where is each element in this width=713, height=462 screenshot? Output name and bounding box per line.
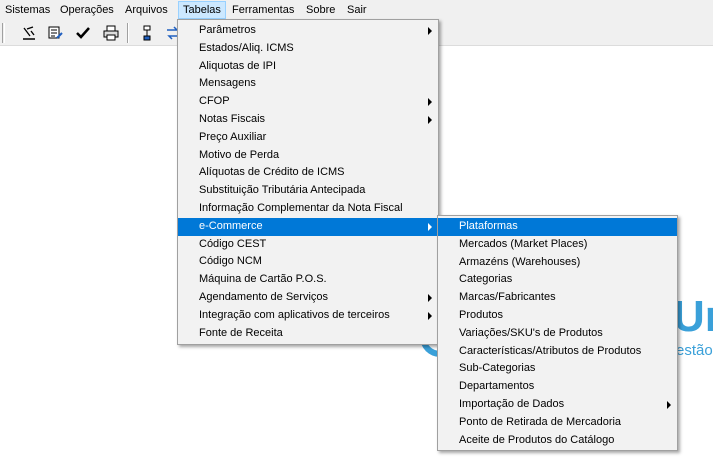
menu-item-label: Motivo de Perda (199, 148, 280, 161)
menu-item-label: Marcas/Fabricantes (459, 291, 556, 304)
ecommerce-item-aceite-de-produtos-do-catalogo[interactable]: Aceite de Produtos do Catálogo (438, 432, 677, 450)
ecommerce-item-departamentos[interactable]: Departamentos (438, 378, 677, 396)
menu-sair[interactable]: Sair (343, 1, 371, 19)
submenu-arrow-icon (667, 400, 671, 409)
edit-form-icon[interactable] (44, 22, 66, 44)
menu-item-label: Informação Complementar da Nota Fiscal (199, 201, 403, 214)
tabelas-dropdown: Parâmetros Estados/Aliq. ICMS Aliquotas de… (177, 19, 439, 345)
menu-item-label: Departamentos (459, 380, 535, 393)
ecommerce-item-produtos[interactable]: Produtos (438, 307, 677, 325)
tabelas-item-preco-auxiliar[interactable]: Preço Auxiliar (178, 129, 438, 147)
ecommerce-item-variacoes-sku-s-de-produtos[interactable]: Variações/SKU's de Produtos (438, 325, 677, 343)
submenu-arrow-icon (428, 311, 432, 320)
ecommerce-item-ponto-de-retirada-de-mercadoria[interactable]: Ponto de Retirada de Mercadoria (438, 414, 677, 432)
tabelas-item-cfop[interactable]: CFOP (178, 93, 438, 111)
menu-item-label: Código CEST (199, 237, 267, 250)
menu-item-label: Características/Atributos de Produtos (459, 344, 642, 357)
tabelas-item-codigo-ncm[interactable]: Código NCM (178, 253, 438, 271)
tabelas-item-aliquotas-de-ipi[interactable]: Aliquotas de IPI (178, 58, 438, 76)
menu-item-label: Preço Auxiliar (199, 130, 267, 143)
tabelas-item-agendamento-de-servicos[interactable]: Agendamento de Serviços (178, 289, 438, 307)
menu-item-label: Código NCM (199, 255, 262, 268)
menu-item-label: Produtos (459, 308, 504, 321)
menu-item-label: Agendamento de Serviços (199, 290, 329, 303)
printer-icon[interactable] (100, 22, 122, 44)
tabelas-item-maquina-de-cartao-p-o-s[interactable]: Máquina de Cartão P.O.S. (178, 271, 438, 289)
menu-item-label: CFOP (199, 95, 230, 108)
tabelas-item-integracao-com-aplicativos-de-terceiros[interactable]: Integração com aplicativos de terceiros (178, 307, 438, 325)
menu-item-label: Estados/Aliq. ICMS (199, 41, 294, 54)
tabelas-item-codigo-cest[interactable]: Código CEST (178, 236, 438, 254)
menu-item-label: Categorias (459, 273, 513, 286)
menu-item-label: Máquina de Cartão P.O.S. (199, 273, 327, 286)
ecommerce-submenu: Plataformas Mercados (Market Places) Armaz… (437, 215, 678, 451)
menu-item-label: Sub-Categorias (459, 362, 536, 375)
ecommerce-item-plataformas[interactable]: Plataformas (438, 218, 677, 236)
submenu-arrow-icon (428, 222, 432, 231)
menu-item-label: Fonte de Receita (199, 326, 283, 339)
toolbar-separator (127, 23, 129, 43)
ecommerce-item-armazens-warehouses[interactable]: Armazéns (Warehouses) (438, 254, 677, 272)
menu-item-label: Notas Fiscais (199, 112, 266, 125)
ecommerce-item-mercados-market-places[interactable]: Mercados (Market Places) (438, 236, 677, 254)
ecommerce-item-sub-categorias[interactable]: Sub-Categorias (438, 360, 677, 378)
menu-item-label: Ponto de Retirada de Mercadoria (459, 415, 622, 428)
ecommerce-item-importacao-de-dados[interactable]: Importação de Dados (438, 396, 677, 414)
tabelas-item-estados-aliq-icms[interactable]: Estados/Aliq. ICMS (178, 40, 438, 58)
submenu-arrow-icon (428, 98, 432, 107)
menu-item-label: Variações/SKU's de Produtos (459, 326, 603, 339)
tabelas-item-aliquotas-de-credito-de-icms[interactable]: Alíquotas de Crédito de ICMS (178, 164, 438, 182)
tabelas-item-informacao-complementar-da-nota-fiscal[interactable]: Informação Complementar da Nota Fiscal (178, 200, 438, 218)
menu-item-label: Mensagens (199, 77, 256, 90)
menu-item-label: e-Commerce (199, 219, 263, 232)
menu-item-label: Alíquotas de Crédito de ICMS (199, 166, 345, 179)
ecommerce-item-categorias[interactable]: Categorias (438, 271, 677, 289)
menu-item-label: Substituição Tributária Antecipada (199, 184, 366, 197)
menu-sobre[interactable]: Sobre (302, 1, 339, 19)
submenu-arrow-icon (428, 27, 432, 35)
tabelas-item-parametros[interactable]: Parâmetros (178, 22, 438, 40)
menu-item-label: Integração com aplicativos de terceiros (199, 308, 390, 321)
ecommerce-item-marcas-fabricantes[interactable]: Marcas/Fabricantes (438, 289, 677, 307)
submenu-arrow-icon (428, 293, 432, 302)
logo-text: Ur (673, 292, 713, 341)
menu-ferramentas[interactable]: Ferramentas (228, 1, 298, 19)
settings-chart-icon[interactable] (18, 22, 40, 44)
menu-item-label: Importação de Dados (459, 397, 565, 410)
tabelas-item-notas-fiscais[interactable]: Notas Fiscais (178, 111, 438, 129)
tabelas-item-e-commerce[interactable]: e-Commerce (178, 217, 438, 236)
flowchart-icon[interactable] (136, 22, 158, 44)
menu-sistemas[interactable]: Sistemas (1, 1, 54, 19)
menu-tabelas[interactable]: Tabelas (178, 1, 226, 19)
ecommerce-item-caracteristicas-atributos-de-produtos[interactable]: Características/Atributos de Produtos (438, 343, 677, 361)
tabelas-item-fonte-de-receita[interactable]: Fonte de Receita (178, 325, 438, 343)
toolbar-grip[interactable] (2, 23, 5, 43)
menu-operacoes[interactable]: Operações (56, 1, 118, 19)
menu-item-label: Aceite de Produtos do Catálogo (459, 433, 615, 446)
tabelas-item-mensagens[interactable]: Mensagens (178, 75, 438, 93)
menu-item-label: Mercados (Market Places) (459, 237, 588, 250)
menu-bar: Sistemas Operações Arquivos Tabelas Ferr… (0, 0, 713, 20)
menu-item-label: Armazéns (Warehouses) (459, 255, 581, 268)
menu-item-label: Plataformas (459, 220, 518, 232)
menu-item-label: Aliquotas de IPI (199, 59, 277, 72)
tabelas-item-motivo-de-perda[interactable]: Motivo de Perda (178, 147, 438, 165)
menu-arquivos[interactable]: Arquivos (121, 1, 172, 19)
tabelas-item-substituicao-tributaria-antecipada[interactable]: Substituição Tributária Antecipada (178, 182, 438, 200)
checkmark-icon[interactable] (72, 22, 94, 44)
logo-subtext: estão (676, 342, 713, 359)
menu-item-label: Parâmetros (199, 24, 256, 36)
submenu-arrow-icon (428, 115, 432, 124)
